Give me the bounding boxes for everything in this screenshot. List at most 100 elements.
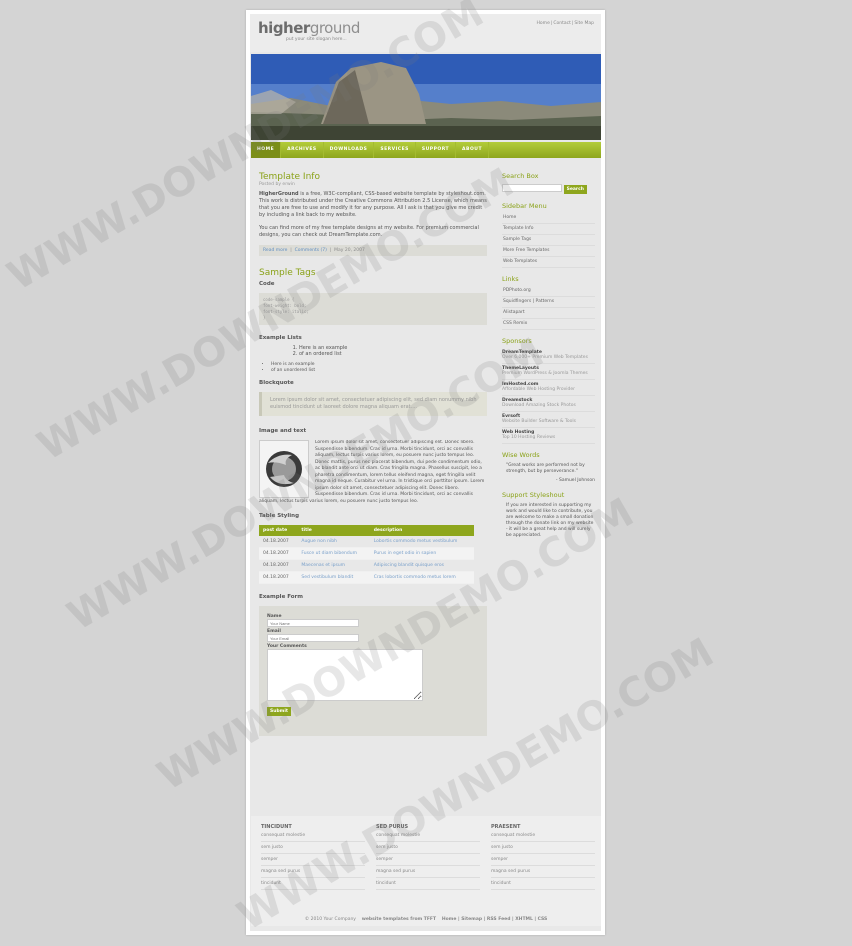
footer-link[interactable]: consequat molestie <box>376 830 480 842</box>
read-more-link[interactable]: Read more <box>263 248 287 253</box>
sponsor-item[interactable]: ImHosted.com Affordable Web Hosting Provi… <box>502 380 595 396</box>
sponsor-desc: Affordable Web Hosting Provider <box>502 387 576 392</box>
cell-title[interactable]: Sed vestibulum blandit <box>297 571 370 584</box>
sponsor-item[interactable]: Dreamstock Download Amazing Stock Photos <box>502 396 595 412</box>
table-row: 04.18.2007 Sed vestibulum blandit Cras l… <box>259 571 474 584</box>
menu-title: Sidebar Menu <box>502 201 547 210</box>
cell-description[interactable]: Cras lobortis commodo metus lorem <box>369 571 474 584</box>
cell-title[interactable]: Augue non nibh <box>297 536 370 548</box>
list-item: of an unordered list <box>271 368 487 374</box>
footer-link[interactable]: consequat molestie <box>261 830 365 842</box>
link-item[interactable]: PDPhoto.org <box>502 286 595 297</box>
nav-archives[interactable]: ARCHIVES <box>281 142 324 158</box>
footer-link[interactable]: magna sed purus <box>491 866 595 878</box>
footer-column-1: TINCIDUNT consequat molestie sem justo s… <box>261 824 365 890</box>
links-title: Links <box>502 274 519 283</box>
image-text-block: Lorem ipsum dolor sit amet, consectetuer… <box>259 440 487 505</box>
post-strong: HigherGround <box>259 191 299 197</box>
page-inner: higherground put your site slogan here..… <box>250 14 601 931</box>
sponsor-item[interactable]: Web Hosting Top 10 Hosting Reviews <box>502 428 595 444</box>
name-input[interactable] <box>267 619 359 627</box>
sidebar-item-more-templates[interactable]: More Free Templates <box>502 246 595 257</box>
footer-links[interactable]: Home | Sitemap | RSS Feed | XHTML | CSS <box>442 917 547 922</box>
cell-date: 04.18.2007 <box>259 536 298 548</box>
footer-link[interactable]: sem justo <box>261 842 365 854</box>
post-paragraph-2: You can find more of my free template de… <box>259 225 479 238</box>
code-heading: Code <box>259 281 275 287</box>
footer-link[interactable]: semper <box>491 854 595 866</box>
table-row: 04.18.2007 Maecenas et ipsum Adipiscing … <box>259 559 474 572</box>
col-title: title <box>297 525 370 536</box>
table-row: 04.18.2007 Fusce ut diam bibendum Purus … <box>259 547 474 560</box>
site-logo[interactable]: higherground <box>258 19 360 37</box>
nav-home[interactable]: HOME <box>251 142 282 158</box>
nav-about[interactable]: ABOUT <box>456 142 490 158</box>
footer-link[interactable]: semper <box>376 854 480 866</box>
header-banner-image <box>251 54 601 140</box>
sidebar-item-template-info[interactable]: Template Info <box>502 224 595 235</box>
cell-title[interactable]: Maecenas et ipsum <box>297 559 370 572</box>
comments-link[interactable]: Comments (7) <box>295 248 327 253</box>
unordered-list: Here is an example of an unordered list <box>259 362 487 374</box>
list-item: of an ordered list <box>299 351 487 357</box>
email-input[interactable] <box>267 634 359 642</box>
footer-link[interactable]: sem justo <box>491 842 595 854</box>
search-box: Search <box>502 184 595 194</box>
cell-description[interactable]: Purus in eget odio in sapien <box>369 547 474 560</box>
footer-link[interactable]: tincidunt <box>261 878 365 890</box>
comments-textarea[interactable] <box>267 649 423 701</box>
table-heading: Table Styling <box>259 513 300 519</box>
cell-date: 04.18.2007 <box>259 571 298 584</box>
nav-services[interactable]: SERVICES <box>374 142 416 158</box>
header: higherground put your site slogan here..… <box>250 14 601 52</box>
cell-title[interactable]: Fusce ut diam bibendum <box>297 547 370 560</box>
firefox-logo-image <box>259 440 309 498</box>
credit-link[interactable]: website templates from TFFT <box>362 917 436 922</box>
link-item[interactable]: CSS Remix <box>502 319 595 330</box>
col-description: description <box>369 525 474 536</box>
cell-description[interactable]: Adipiscing blandit quisque eros <box>369 559 474 572</box>
footer-column-3: PRAESENT consequat molestie sem justo se… <box>491 824 595 890</box>
cell-description[interactable]: Lobortis commodo metus vestibulum <box>369 536 474 548</box>
footer-link[interactable]: consequat molestie <box>491 830 595 842</box>
footer-link[interactable]: magna sed purus <box>376 866 480 878</box>
sponsor-item[interactable]: DreamTemplate Over 6,000+ Premium Web Tem… <box>502 348 595 364</box>
footer-link[interactable]: tincidunt <box>376 878 480 890</box>
toplink-contact[interactable]: Contact <box>553 21 571 26</box>
link-item[interactable]: Alistapart <box>502 308 595 319</box>
main-content: Template Info Posted by erwin HigherGrou… <box>259 172 487 736</box>
post-title[interactable]: Template Info <box>259 172 487 182</box>
footer-link[interactable]: sem justo <box>376 842 480 854</box>
sponsor-desc: Top 10 Hosting Reviews <box>502 435 556 440</box>
sidebar-menu: Home Template Info Sample Tags More Free… <box>502 213 595 268</box>
code-line: } <box>263 315 266 320</box>
image-text-heading: Image and text <box>259 428 307 434</box>
sidebar-item-web-templates[interactable]: Web Templates <box>502 257 595 268</box>
col-post-date: post date <box>259 525 298 536</box>
toplink-home[interactable]: Home <box>537 21 550 26</box>
copyright-text: © 2010 Your Company <box>304 917 356 922</box>
submit-button[interactable]: Submit <box>267 707 292 716</box>
toplink-sitemap[interactable]: Site Map <box>574 21 594 26</box>
sidebar-item-sample-tags[interactable]: Sample Tags <box>502 235 595 246</box>
ordered-list: Here is an example of an ordered list <box>259 345 487 357</box>
half-dome-landscape <box>251 54 601 140</box>
sponsors-list: DreamTemplate Over 6,000+ Premium Web Tem… <box>502 348 595 444</box>
footer-link[interactable]: tincidunt <box>491 878 595 890</box>
search-button[interactable]: Search <box>563 184 588 194</box>
blockquote-heading: Blockquote <box>259 380 294 386</box>
sidebar-item-home[interactable]: Home <box>502 213 595 224</box>
firefox-icon <box>266 451 302 487</box>
nav-downloads[interactable]: DOWNLOADS <box>324 142 375 158</box>
sponsor-desc: Over 6,000+ Premium Web Templates <box>502 355 588 360</box>
link-item[interactable]: Squidfingers | Patterns <box>502 297 595 308</box>
form-heading: Example Form <box>259 594 303 600</box>
site-slogan: put your site slogan here... <box>286 37 347 42</box>
sponsor-item[interactable]: Evrsoft Website Builder Software & Tools <box>502 412 595 428</box>
search-input[interactable] <box>502 184 562 192</box>
nav-support[interactable]: SUPPORT <box>416 142 457 158</box>
sponsor-item[interactable]: ThemeLayouts Premium WordPress & Joomla T… <box>502 364 595 380</box>
footer-link[interactable]: magna sed purus <box>261 866 365 878</box>
footer-link[interactable]: semper <box>261 854 365 866</box>
logo-part-2: ground <box>309 19 361 37</box>
